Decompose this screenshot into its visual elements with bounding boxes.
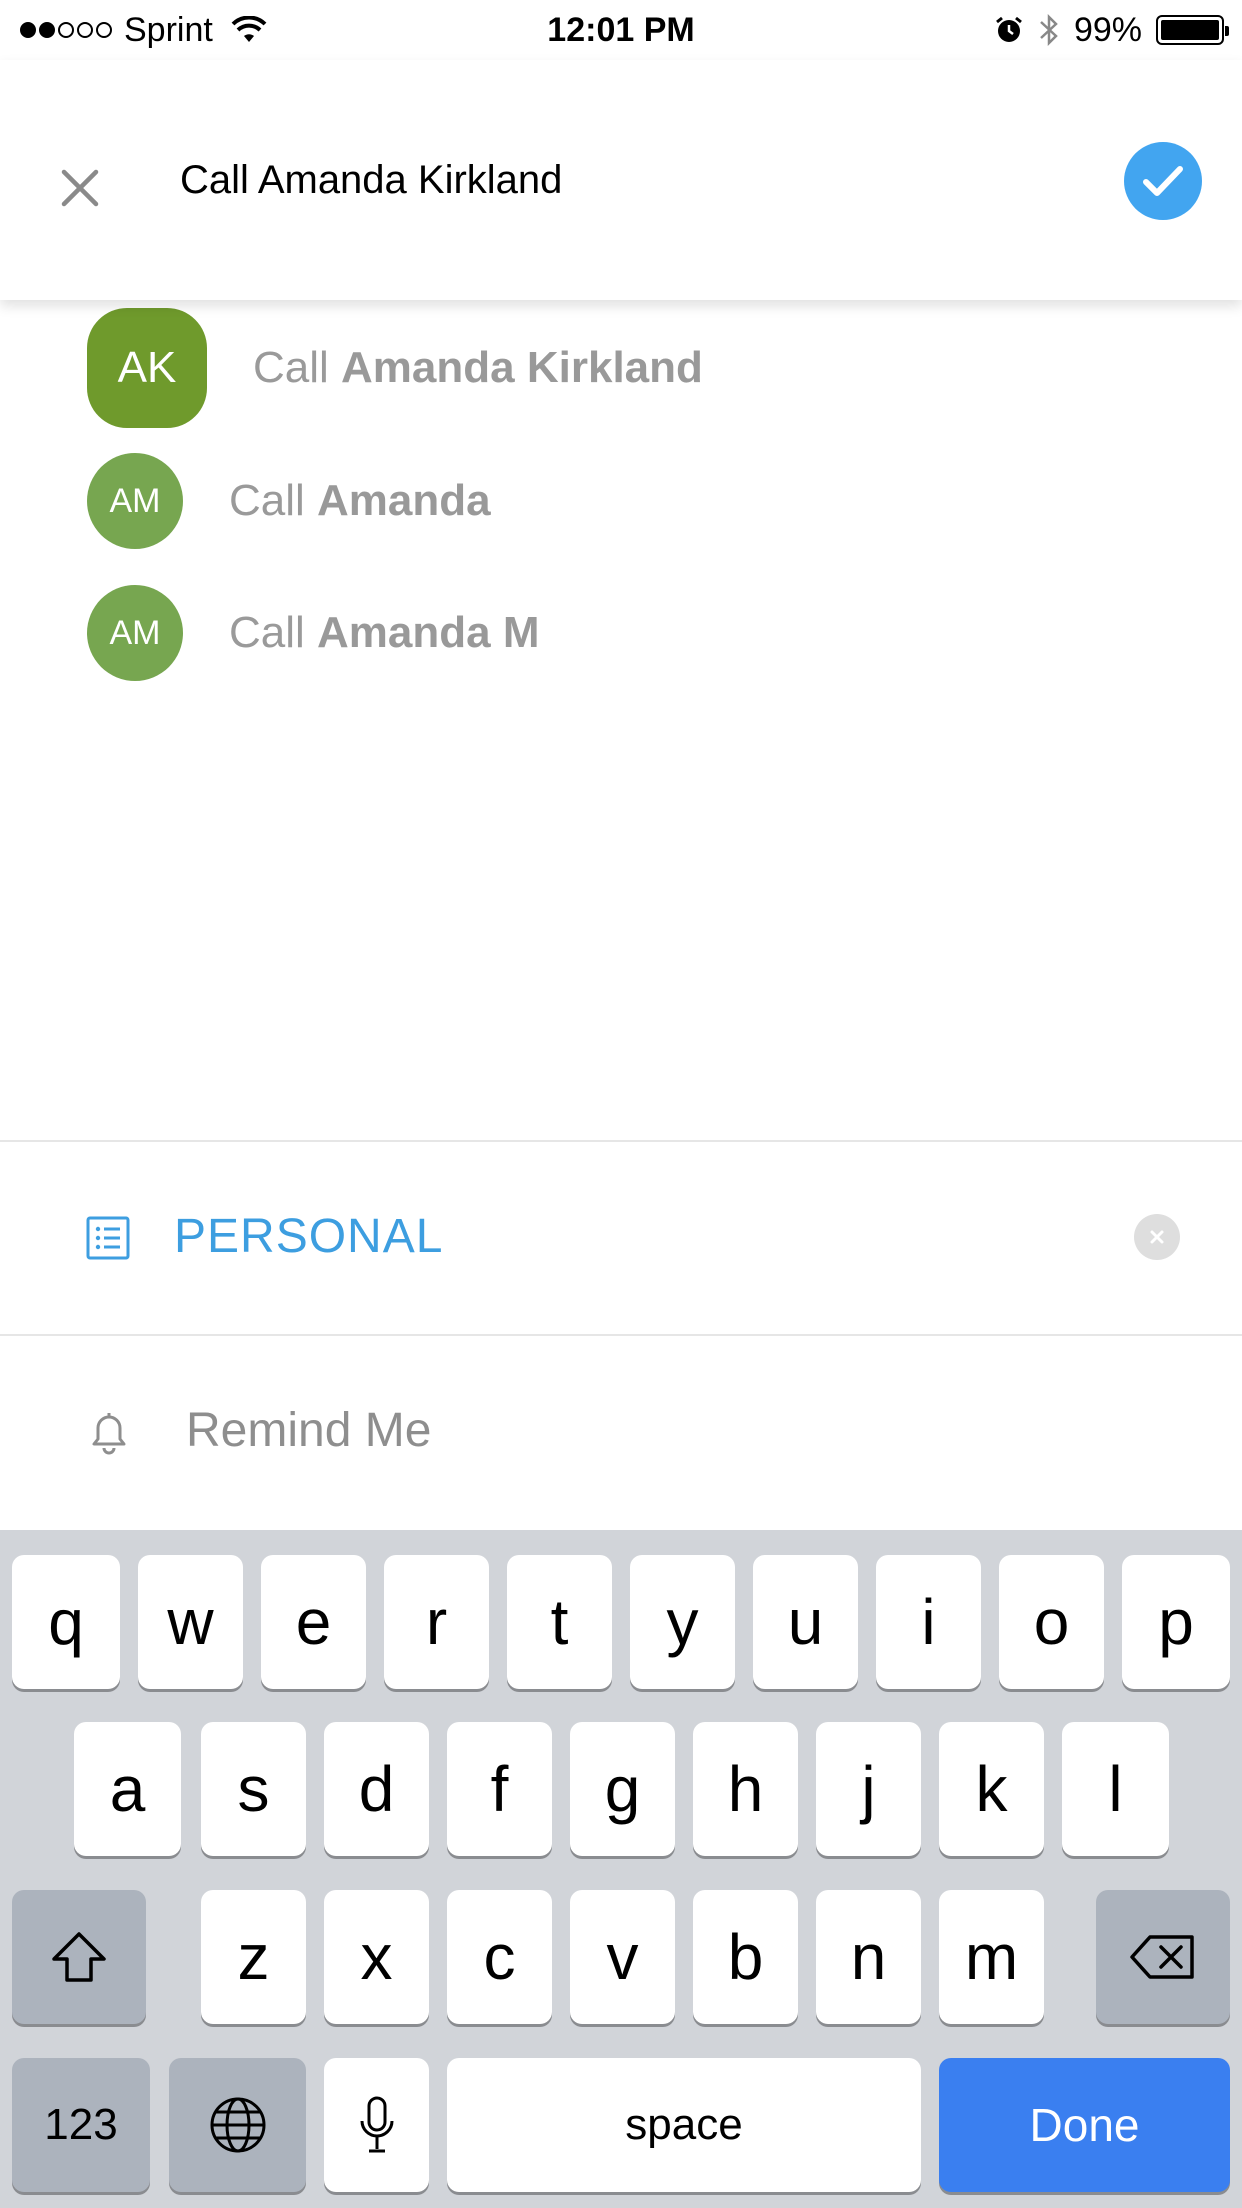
key-c[interactable]: c [447, 1890, 552, 2024]
list-selector-row[interactable]: PERSONAL [0, 1142, 1242, 1332]
suggestion-item[interactable]: AM Call Amanda M [0, 585, 1242, 681]
shift-key[interactable] [12, 1890, 146, 2024]
suggestion-item[interactable]: AK Call Amanda Kirkland [0, 308, 1242, 428]
numbers-key[interactable]: 123 [12, 2058, 150, 2192]
key-j[interactable]: j [816, 1722, 921, 1856]
key-t[interactable]: t [507, 1555, 612, 1689]
suggestion-name: Amanda Kirkland [341, 343, 703, 392]
close-icon [1150, 1230, 1164, 1244]
suggestion-prefix: Call [229, 476, 305, 525]
key-z[interactable]: z [201, 1890, 306, 2024]
confirm-button[interactable] [1124, 142, 1202, 220]
suggestion-prefix: Call [253, 343, 329, 392]
key-k[interactable]: k [939, 1722, 1044, 1856]
key-e[interactable]: e [261, 1555, 366, 1689]
remind-me-label: Remind Me [186, 1404, 432, 1457]
key-i[interactable]: i [876, 1555, 981, 1689]
key-l[interactable]: l [1062, 1722, 1169, 1856]
battery-icon [1156, 15, 1229, 45]
globe-icon [210, 2097, 265, 2153]
key-d[interactable]: d [324, 1722, 429, 1856]
battery-percent: 99% [1073, 10, 1142, 49]
status-bar: Sprint 12:01 PM 99% [0, 0, 1242, 60]
key-p[interactable]: p [1122, 1555, 1230, 1689]
close-button[interactable] [50, 158, 110, 218]
contact-avatar: AK [87, 308, 207, 428]
clear-list-button[interactable] [1134, 1214, 1180, 1260]
suggestion-name: Amanda M [317, 608, 540, 657]
key-f[interactable]: f [447, 1722, 552, 1856]
key-n[interactable]: n [816, 1890, 921, 2024]
suggestion-label: Call Amanda [229, 476, 491, 526]
close-icon [61, 169, 99, 207]
key-a[interactable]: a [74, 1722, 181, 1856]
key-r[interactable]: r [384, 1555, 489, 1689]
suggestion-label: Call Amanda Kirkland [253, 343, 703, 393]
key-o[interactable]: o [999, 1555, 1104, 1689]
globe-key[interactable] [169, 2058, 306, 2192]
key-s[interactable]: s [201, 1722, 306, 1856]
bell-icon [92, 1413, 126, 1455]
checkmark-icon [1143, 166, 1183, 196]
list-icon [86, 1216, 130, 1260]
microphone-key[interactable] [324, 2058, 429, 2192]
key-x[interactable]: x [324, 1890, 429, 2024]
contact-avatar: AM [87, 453, 183, 549]
keyboard: q w e r t y u i o p a s d f g h j k l z … [0, 1530, 1242, 2208]
remind-me-row[interactable]: Remind Me [0, 1336, 1242, 1526]
key-w[interactable]: w [138, 1555, 243, 1689]
shift-icon [52, 1932, 106, 1982]
task-title-input[interactable] [180, 150, 1080, 210]
bluetooth-icon [1040, 13, 1058, 47]
task-header [0, 60, 1242, 300]
space-key[interactable]: space [447, 2058, 921, 2192]
key-b[interactable]: b [693, 1890, 798, 2024]
microphone-icon [360, 2096, 393, 2153]
alarm-icon [996, 16, 1022, 42]
key-h[interactable]: h [693, 1722, 798, 1856]
done-key[interactable]: Done [939, 2058, 1230, 2192]
key-u[interactable]: u [753, 1555, 858, 1689]
suggestion-name: Amanda [317, 476, 491, 525]
list-name: PERSONAL [174, 1210, 444, 1263]
key-q[interactable]: q [12, 1555, 120, 1689]
suggestion-item[interactable]: AM Call Amanda [0, 453, 1242, 549]
key-g[interactable]: g [570, 1722, 675, 1856]
status-right: 99% [994, 0, 1229, 60]
key-m[interactable]: m [939, 1890, 1044, 2024]
suggestion-prefix: Call [229, 608, 305, 657]
key-v[interactable]: v [570, 1890, 675, 2024]
backspace-icon [1130, 1935, 1194, 1979]
suggestion-label: Call Amanda M [229, 608, 540, 658]
key-y[interactable]: y [630, 1555, 735, 1689]
backspace-key[interactable] [1096, 1890, 1230, 2024]
contact-avatar: AM [87, 585, 183, 681]
